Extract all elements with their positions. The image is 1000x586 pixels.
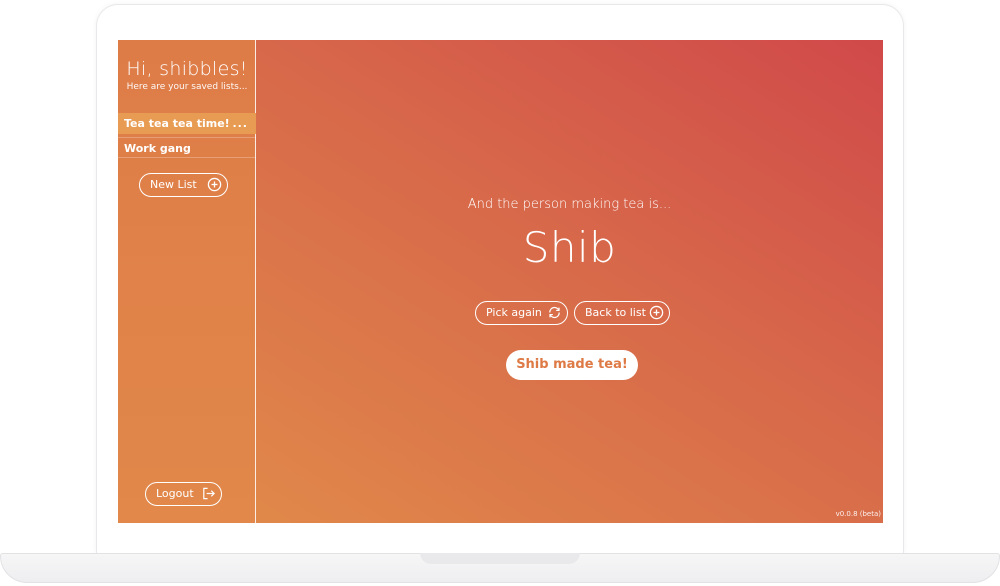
new-list-button[interactable]: New List (139, 173, 228, 197)
result-prompt: And the person making tea is... (467, 197, 672, 212)
logout-label: Logout (156, 487, 194, 500)
pick-again-button[interactable]: Pick again (475, 301, 568, 325)
plus-circle-icon (207, 177, 222, 192)
pick-again-label: Pick again (486, 306, 542, 319)
sidebar: Hi, shibbles! Here are your saved lists.… (118, 40, 256, 523)
sidebar-item-work-gang[interactable]: Work gang (118, 137, 256, 158)
back-to-list-button[interactable]: Back to list (574, 301, 670, 325)
sidebar-item-tea-tea-tea-time[interactable]: Tea tea tea time! ... (118, 113, 256, 134)
version-label: v0.0.8 (beta) (835, 510, 881, 518)
chosen-person-name: Shib (522, 223, 617, 272)
app-screen: Hi, shibbles! Here are your saved lists.… (118, 40, 883, 523)
new-list-label: New List (150, 178, 197, 191)
refresh-icon (549, 306, 560, 319)
greeting-subtitle: Here are your saved lists... (126, 82, 248, 92)
back-to-list-label: Back to list (585, 306, 646, 319)
greeting-title: Hi, shibbles! (126, 58, 248, 80)
made-tea-button[interactable]: Shib made tea! (506, 350, 638, 380)
sidebar-item-label: Tea tea tea time! (124, 117, 230, 130)
logout-button[interactable]: Logout (145, 482, 222, 506)
plus-circle-icon (649, 305, 664, 320)
more-horizontal-icon[interactable]: ... (232, 113, 248, 134)
laptop-notch (420, 553, 580, 564)
logout-icon (203, 487, 215, 500)
sidebar-item-label: Work gang (124, 142, 191, 155)
